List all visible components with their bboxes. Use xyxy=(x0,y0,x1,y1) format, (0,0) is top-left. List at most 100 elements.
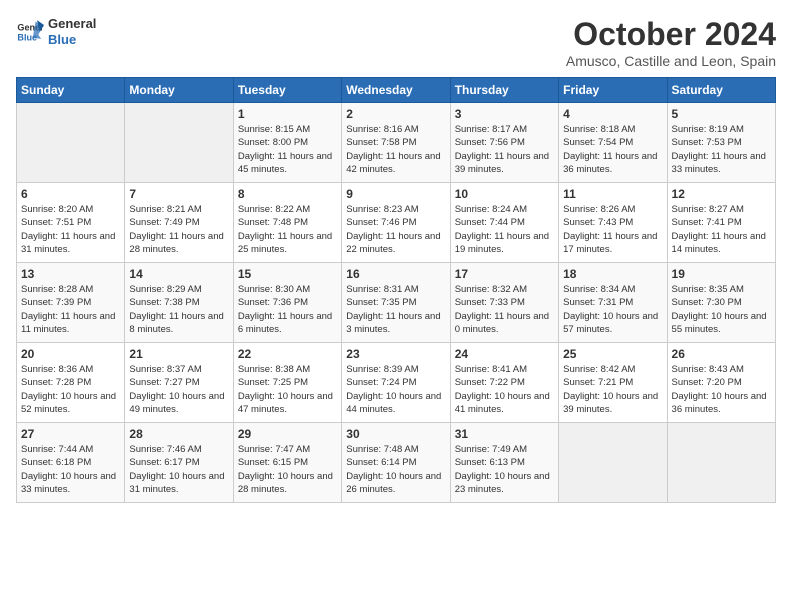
day-number: 1 xyxy=(238,107,337,121)
day-number: 20 xyxy=(21,347,120,361)
day-cell: 26 Sunrise: 8:43 AMSunset: 7:20 PMDaylig… xyxy=(667,343,775,423)
day-cell: 30 Sunrise: 7:48 AMSunset: 6:14 PMDaylig… xyxy=(342,423,450,503)
day-info: Sunrise: 8:37 AMSunset: 7:27 PMDaylight:… xyxy=(129,363,228,416)
day-cell xyxy=(559,423,667,503)
day-info: Sunrise: 8:39 AMSunset: 7:24 PMDaylight:… xyxy=(346,363,445,416)
day-cell: 18 Sunrise: 8:34 AMSunset: 7:31 PMDaylig… xyxy=(559,263,667,343)
page-header: General Blue General Blue October 2024 A… xyxy=(16,16,776,69)
day-info: Sunrise: 8:30 AMSunset: 7:36 PMDaylight:… xyxy=(238,283,337,336)
day-number: 31 xyxy=(455,427,554,441)
day-cell: 27 Sunrise: 7:44 AMSunset: 6:18 PMDaylig… xyxy=(17,423,125,503)
day-number: 26 xyxy=(672,347,771,361)
day-number: 30 xyxy=(346,427,445,441)
day-cell xyxy=(667,423,775,503)
day-number: 2 xyxy=(346,107,445,121)
day-cell: 28 Sunrise: 7:46 AMSunset: 6:17 PMDaylig… xyxy=(125,423,233,503)
day-cell: 1 Sunrise: 8:15 AMSunset: 8:00 PMDayligh… xyxy=(233,103,341,183)
day-number: 3 xyxy=(455,107,554,121)
column-header-thursday: Thursday xyxy=(450,78,558,103)
logo-general-text: General xyxy=(48,16,96,32)
day-info: Sunrise: 8:43 AMSunset: 7:20 PMDaylight:… xyxy=(672,363,771,416)
day-info: Sunrise: 8:17 AMSunset: 7:56 PMDaylight:… xyxy=(455,123,554,176)
column-header-sunday: Sunday xyxy=(17,78,125,103)
day-cell: 7 Sunrise: 8:21 AMSunset: 7:49 PMDayligh… xyxy=(125,183,233,263)
title-block: October 2024 Amusco, Castille and Leon, … xyxy=(566,16,776,69)
day-number: 25 xyxy=(563,347,662,361)
day-info: Sunrise: 8:20 AMSunset: 7:51 PMDaylight:… xyxy=(21,203,120,256)
column-header-wednesday: Wednesday xyxy=(342,78,450,103)
day-info: Sunrise: 7:46 AMSunset: 6:17 PMDaylight:… xyxy=(129,443,228,496)
day-number: 6 xyxy=(21,187,120,201)
day-number: 7 xyxy=(129,187,228,201)
day-cell: 16 Sunrise: 8:31 AMSunset: 7:35 PMDaylig… xyxy=(342,263,450,343)
day-cell: 14 Sunrise: 8:29 AMSunset: 7:38 PMDaylig… xyxy=(125,263,233,343)
day-number: 15 xyxy=(238,267,337,281)
day-info: Sunrise: 8:19 AMSunset: 7:53 PMDaylight:… xyxy=(672,123,771,176)
week-row-1: 1 Sunrise: 8:15 AMSunset: 8:00 PMDayligh… xyxy=(17,103,776,183)
logo: General Blue General Blue xyxy=(16,16,96,47)
day-cell: 12 Sunrise: 8:27 AMSunset: 7:41 PMDaylig… xyxy=(667,183,775,263)
location-subtitle: Amusco, Castille and Leon, Spain xyxy=(566,53,776,69)
day-info: Sunrise: 8:29 AMSunset: 7:38 PMDaylight:… xyxy=(129,283,228,336)
month-title: October 2024 xyxy=(566,16,776,53)
day-number: 21 xyxy=(129,347,228,361)
day-cell: 25 Sunrise: 8:42 AMSunset: 7:21 PMDaylig… xyxy=(559,343,667,423)
day-cell: 10 Sunrise: 8:24 AMSunset: 7:44 PMDaylig… xyxy=(450,183,558,263)
calendar-table: SundayMondayTuesdayWednesdayThursdayFrid… xyxy=(16,77,776,503)
day-info: Sunrise: 8:32 AMSunset: 7:33 PMDaylight:… xyxy=(455,283,554,336)
day-number: 5 xyxy=(672,107,771,121)
day-number: 16 xyxy=(346,267,445,281)
day-cell: 31 Sunrise: 7:49 AMSunset: 6:13 PMDaylig… xyxy=(450,423,558,503)
week-row-3: 13 Sunrise: 8:28 AMSunset: 7:39 PMDaylig… xyxy=(17,263,776,343)
day-info: Sunrise: 8:31 AMSunset: 7:35 PMDaylight:… xyxy=(346,283,445,336)
day-cell: 2 Sunrise: 8:16 AMSunset: 7:58 PMDayligh… xyxy=(342,103,450,183)
day-number: 14 xyxy=(129,267,228,281)
day-number: 28 xyxy=(129,427,228,441)
logo-icon: General Blue xyxy=(16,18,44,46)
day-number: 10 xyxy=(455,187,554,201)
day-cell: 23 Sunrise: 8:39 AMSunset: 7:24 PMDaylig… xyxy=(342,343,450,423)
day-cell: 4 Sunrise: 8:18 AMSunset: 7:54 PMDayligh… xyxy=(559,103,667,183)
day-cell: 22 Sunrise: 8:38 AMSunset: 7:25 PMDaylig… xyxy=(233,343,341,423)
day-info: Sunrise: 8:35 AMSunset: 7:30 PMDaylight:… xyxy=(672,283,771,336)
day-cell: 3 Sunrise: 8:17 AMSunset: 7:56 PMDayligh… xyxy=(450,103,558,183)
day-cell: 29 Sunrise: 7:47 AMSunset: 6:15 PMDaylig… xyxy=(233,423,341,503)
day-number: 12 xyxy=(672,187,771,201)
day-info: Sunrise: 8:23 AMSunset: 7:46 PMDaylight:… xyxy=(346,203,445,256)
day-info: Sunrise: 8:21 AMSunset: 7:49 PMDaylight:… xyxy=(129,203,228,256)
day-info: Sunrise: 7:47 AMSunset: 6:15 PMDaylight:… xyxy=(238,443,337,496)
day-number: 24 xyxy=(455,347,554,361)
day-number: 19 xyxy=(672,267,771,281)
day-number: 8 xyxy=(238,187,337,201)
week-row-2: 6 Sunrise: 8:20 AMSunset: 7:51 PMDayligh… xyxy=(17,183,776,263)
column-header-saturday: Saturday xyxy=(667,78,775,103)
day-number: 11 xyxy=(563,187,662,201)
day-info: Sunrise: 8:27 AMSunset: 7:41 PMDaylight:… xyxy=(672,203,771,256)
column-header-monday: Monday xyxy=(125,78,233,103)
day-info: Sunrise: 8:16 AMSunset: 7:58 PMDaylight:… xyxy=(346,123,445,176)
day-info: Sunrise: 7:48 AMSunset: 6:14 PMDaylight:… xyxy=(346,443,445,496)
day-cell: 11 Sunrise: 8:26 AMSunset: 7:43 PMDaylig… xyxy=(559,183,667,263)
week-row-4: 20 Sunrise: 8:36 AMSunset: 7:28 PMDaylig… xyxy=(17,343,776,423)
day-number: 29 xyxy=(238,427,337,441)
day-info: Sunrise: 8:34 AMSunset: 7:31 PMDaylight:… xyxy=(563,283,662,336)
day-info: Sunrise: 8:18 AMSunset: 7:54 PMDaylight:… xyxy=(563,123,662,176)
day-cell: 24 Sunrise: 8:41 AMSunset: 7:22 PMDaylig… xyxy=(450,343,558,423)
day-number: 13 xyxy=(21,267,120,281)
day-number: 22 xyxy=(238,347,337,361)
day-cell: 17 Sunrise: 8:32 AMSunset: 7:33 PMDaylig… xyxy=(450,263,558,343)
day-cell xyxy=(125,103,233,183)
column-header-friday: Friday xyxy=(559,78,667,103)
day-info: Sunrise: 8:41 AMSunset: 7:22 PMDaylight:… xyxy=(455,363,554,416)
day-number: 18 xyxy=(563,267,662,281)
column-header-tuesday: Tuesday xyxy=(233,78,341,103)
day-cell: 9 Sunrise: 8:23 AMSunset: 7:46 PMDayligh… xyxy=(342,183,450,263)
day-number: 9 xyxy=(346,187,445,201)
day-cell: 21 Sunrise: 8:37 AMSunset: 7:27 PMDaylig… xyxy=(125,343,233,423)
day-number: 4 xyxy=(563,107,662,121)
day-info: Sunrise: 8:24 AMSunset: 7:44 PMDaylight:… xyxy=(455,203,554,256)
day-info: Sunrise: 8:15 AMSunset: 8:00 PMDaylight:… xyxy=(238,123,337,176)
day-cell: 5 Sunrise: 8:19 AMSunset: 7:53 PMDayligh… xyxy=(667,103,775,183)
day-info: Sunrise: 7:49 AMSunset: 6:13 PMDaylight:… xyxy=(455,443,554,496)
day-info: Sunrise: 8:28 AMSunset: 7:39 PMDaylight:… xyxy=(21,283,120,336)
